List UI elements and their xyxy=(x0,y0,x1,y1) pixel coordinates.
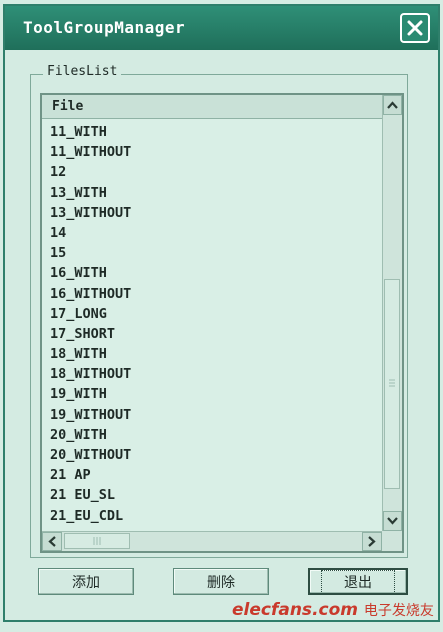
close-icon xyxy=(407,20,423,36)
list-item[interactable]: 19_WITH xyxy=(50,384,131,404)
list-item[interactable]: 21_EU_CDL xyxy=(50,506,131,526)
list-item[interactable]: 21 EU_SL xyxy=(50,485,131,505)
files-listbox[interactable]: File 11_WITH 11_WITHOUT 12 13_WITH 13_WI… xyxy=(40,93,404,553)
exit-button[interactable]: 退出 xyxy=(308,568,408,595)
vertical-scroll-thumb[interactable] xyxy=(384,279,400,489)
list-item[interactable]: 16_WITHOUT xyxy=(50,284,131,304)
list-item[interactable]: 20_WITH xyxy=(50,425,131,445)
list-item[interactable]: 17_SHORT xyxy=(50,324,131,344)
horizontal-scrollbar[interactable] xyxy=(42,531,382,551)
scroll-down-button[interactable] xyxy=(383,511,402,531)
list-item[interactable]: 21 AP xyxy=(50,465,131,485)
window-title: ToolGroupManager xyxy=(23,18,186,37)
list-item[interactable]: 13_WITH xyxy=(50,183,131,203)
delete-button[interactable]: 删除 xyxy=(173,568,269,595)
list-item[interactable]: 19_WITHOUT xyxy=(50,405,131,425)
file-list-rows: 11_WITH 11_WITHOUT 12 13_WITH 13_WITHOUT… xyxy=(50,122,131,526)
chevron-left-icon xyxy=(48,536,56,547)
list-item[interactable]: 16_WITH xyxy=(50,263,131,283)
horizontal-scroll-thumb[interactable] xyxy=(64,533,130,549)
scroll-right-button[interactable] xyxy=(362,532,382,551)
list-item[interactable]: 18_WITHOUT xyxy=(50,364,131,384)
scrollbar-corner xyxy=(382,531,402,551)
close-button[interactable] xyxy=(400,13,430,43)
file-column-header-label: File xyxy=(52,99,84,114)
scroll-left-button[interactable] xyxy=(42,532,62,551)
scroll-up-button[interactable] xyxy=(383,95,402,115)
list-item[interactable]: 14 xyxy=(50,223,131,243)
grip-icon xyxy=(93,537,101,545)
vertical-scrollbar[interactable] xyxy=(382,95,402,531)
title-bar[interactable]: ToolGroupManager xyxy=(5,6,438,50)
chevron-up-icon xyxy=(387,101,398,109)
list-item[interactable]: 11_WITHOUT xyxy=(50,142,131,162)
list-item[interactable]: 15 xyxy=(50,243,131,263)
watermark-cn: 电子发烧友 xyxy=(363,603,434,619)
watermark-domain: .com xyxy=(312,600,358,620)
list-item[interactable]: 20_WITHOUT xyxy=(50,445,131,465)
list-item[interactable]: 11_WITH xyxy=(50,122,131,142)
grip-icon xyxy=(389,379,395,387)
exit-button-label: 退出 xyxy=(321,569,395,594)
files-list-label: FilesList xyxy=(43,64,122,79)
list-item[interactable]: 12 xyxy=(50,162,131,182)
chevron-down-icon xyxy=(387,517,398,525)
add-button[interactable]: 添加 xyxy=(38,568,134,595)
chevron-right-icon xyxy=(368,536,376,547)
list-item[interactable]: 18_WITH xyxy=(50,344,131,364)
list-item[interactable]: 17_LONG xyxy=(50,304,131,324)
watermark: elecfans.com 电子发烧友 xyxy=(232,600,434,620)
watermark-brand: elecfans xyxy=(232,600,313,620)
list-item[interactable]: 13_WITHOUT xyxy=(50,203,131,223)
file-column-header[interactable]: File xyxy=(42,95,382,119)
